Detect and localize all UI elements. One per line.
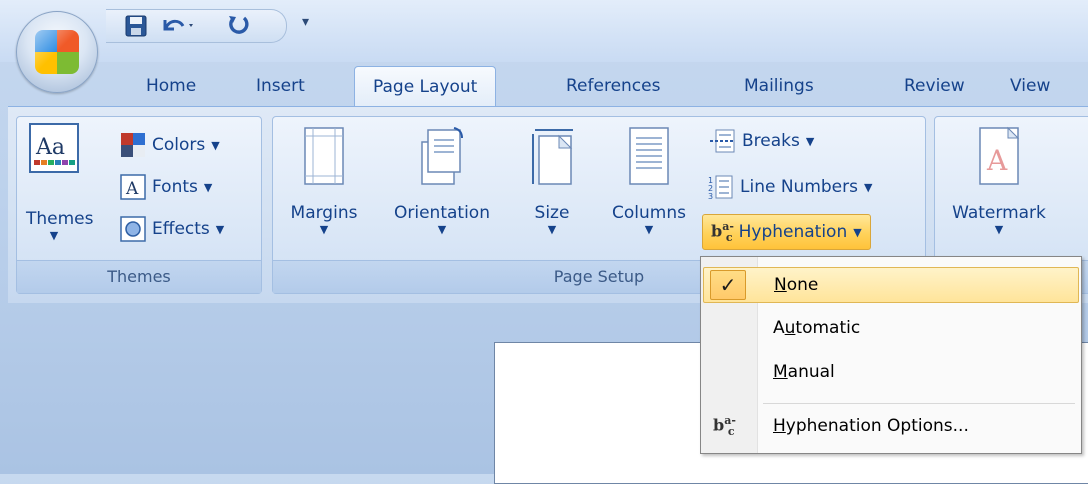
themes-group-label: Themes (17, 260, 261, 293)
menu-item-manual[interactable]: Manual (703, 355, 1077, 389)
size-icon (532, 129, 573, 185)
office-button[interactable] (16, 11, 98, 93)
redo-icon (229, 16, 249, 34)
margins-button[interactable]: Margins ▼ (284, 126, 364, 237)
svg-text:3: 3 (708, 192, 713, 200)
line-numbers-icon: 123 (708, 175, 733, 200)
menu-item-label: None (774, 275, 819, 295)
chevron-down-icon: ▼ (994, 223, 1004, 236)
fonts-button[interactable]: A Fonts ▼ (120, 170, 212, 204)
themes-button[interactable]: Aa Themes ▼ (26, 122, 94, 243)
tab-mailings[interactable]: Mailings (744, 66, 814, 106)
fonts-icon: A (120, 174, 146, 200)
orientation-button[interactable]: Orientation ▼ (380, 126, 504, 237)
orientation-icon (421, 127, 463, 185)
line-numbers-button[interactable]: 123 Line Numbers ▼ (708, 170, 872, 204)
hyphenation-icon: ba-c (711, 220, 734, 244)
columns-icon (629, 127, 669, 185)
checkmark-icon: ✓ (710, 270, 746, 300)
menu-item-label: Manual (773, 362, 835, 382)
colors-icon (121, 133, 145, 157)
watermark-label: Watermark (952, 203, 1046, 223)
chevron-down-icon: ▼ (547, 223, 557, 236)
hyphenation-menu: ✓ None Automatic Manual ba-c Hyphenation… (700, 256, 1082, 454)
themes-label: Themes (26, 209, 94, 229)
menu-item-hyphenation-options[interactable]: ba-c Hyphenation Options... (703, 409, 1077, 443)
chevron-down-icon: ▼ (319, 223, 329, 236)
watermark-icon: A (979, 126, 1020, 185)
columns-button[interactable]: Columns ▼ (600, 126, 698, 237)
effects-button[interactable]: Effects ▼ (120, 212, 224, 246)
chevron-down-icon: ▼ (49, 229, 59, 242)
chevron-down-icon: ▼ (853, 225, 862, 239)
chevron-down-icon: ▼ (203, 180, 213, 194)
watermark-button[interactable]: A Watermark ▼ (940, 126, 1058, 237)
chevron-down-icon: ▼ (437, 223, 447, 236)
svg-text:Aa: Aa (35, 135, 65, 160)
breaks-label: Breaks (742, 131, 800, 151)
chevron-down-icon: ▼ (805, 134, 815, 148)
menu-item-automatic[interactable]: Automatic (703, 311, 1077, 345)
chevron-down-icon: ▼ (211, 138, 220, 152)
fonts-label: Fonts (152, 177, 198, 197)
breaks-icon (710, 129, 735, 153)
margins-icon (304, 127, 344, 185)
margins-label: Margins (290, 203, 358, 223)
tab-page-layout[interactable]: Page Layout (354, 66, 497, 107)
orientation-label: Orientation (394, 203, 490, 223)
save-icon[interactable] (124, 14, 148, 38)
tab-home[interactable]: Home (146, 66, 196, 106)
quick-access-toolbar (106, 9, 287, 43)
svg-text:A: A (125, 179, 139, 199)
colors-button[interactable]: Colors ▼ (120, 128, 220, 162)
svg-text:A: A (986, 144, 1008, 177)
tab-insert[interactable]: Insert (256, 66, 305, 106)
menu-item-label: Automatic (773, 318, 861, 338)
hyphenation-label: Hyphenation (738, 222, 848, 242)
menu-item-none[interactable]: ✓ None (703, 267, 1079, 303)
customize-qat-icon[interactable]: ▾ (302, 14, 316, 34)
breaks-button[interactable]: Breaks ▼ (708, 124, 814, 158)
chevron-down-icon: ▼ (863, 180, 873, 194)
menu-item-label: Hyphenation Options... (773, 416, 969, 436)
undo-icon (163, 19, 193, 31)
office-logo-icon (35, 30, 79, 74)
size-label: Size (534, 203, 570, 223)
tab-references[interactable]: References (566, 66, 660, 106)
undo-button[interactable] (158, 14, 198, 38)
chevron-down-icon: ▼ (644, 223, 654, 236)
tab-review[interactable]: Review (904, 66, 965, 106)
line-numbers-label: Line Numbers (740, 177, 858, 197)
tab-view[interactable]: View (1010, 66, 1050, 106)
size-button[interactable]: Size ▼ (522, 126, 582, 237)
redo-button[interactable] (224, 14, 254, 38)
colors-label: Colors (152, 135, 206, 155)
themes-icon: Aa (29, 123, 79, 173)
chevron-down-icon: ▼ (215, 222, 225, 236)
hyphenation-button[interactable]: ba-c Hyphenation ▼ (702, 214, 871, 250)
effects-label: Effects (152, 219, 210, 239)
hyphenation-icon: ba-c (713, 414, 736, 438)
effects-icon (120, 216, 146, 242)
menu-separator (763, 403, 1075, 404)
columns-label: Columns (612, 203, 686, 223)
